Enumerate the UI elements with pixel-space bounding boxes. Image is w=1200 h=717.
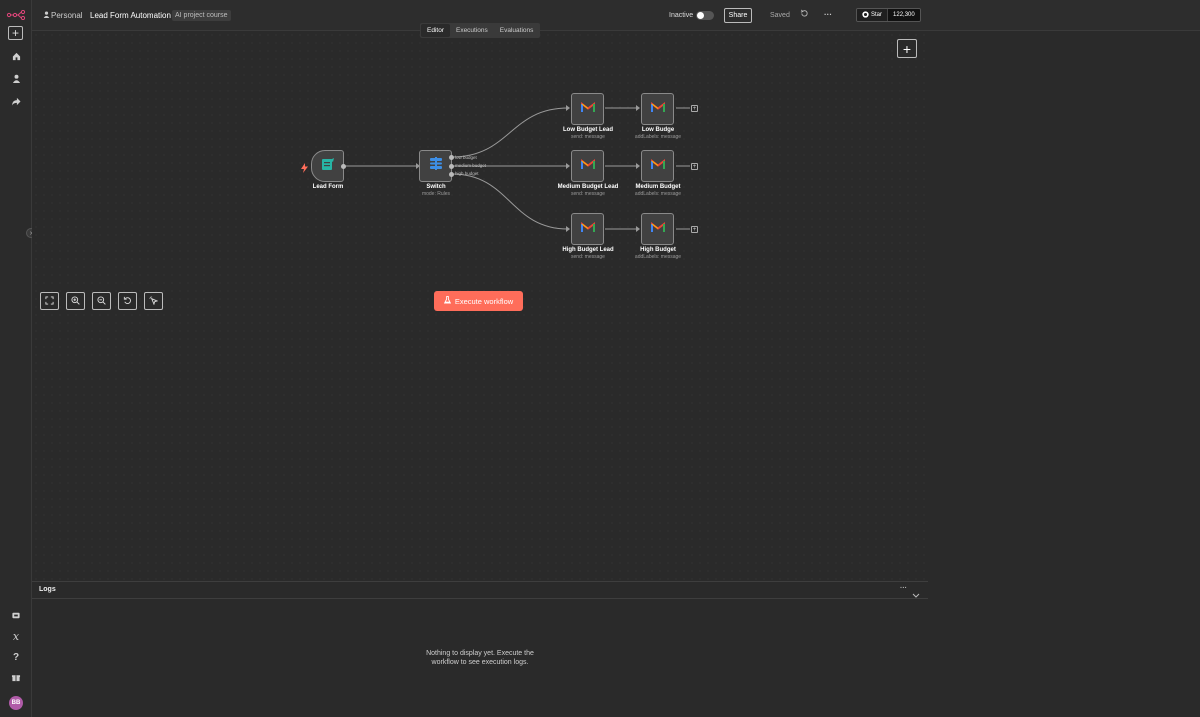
reset-zoom-button[interactable] [118, 292, 137, 310]
github-star-button[interactable]: Star [857, 9, 888, 21]
history-icon[interactable] [800, 9, 809, 20]
node-sub-high-budget: addLabels: message [634, 254, 682, 260]
github-star-widget[interactable]: Star 122,300 [856, 8, 921, 22]
switch-output-medium[interactable] [449, 164, 454, 169]
branch-label-low: low budget [455, 155, 477, 160]
home-icon[interactable] [6, 47, 26, 65]
star-label: Star [871, 12, 883, 18]
node-low-budget-lead[interactable] [571, 93, 604, 125]
node-sub-medium-budget-lead: send: message [571, 191, 605, 197]
execute-workflow-label: Execute workflow [454, 296, 514, 306]
node-label-low-budget-lead: Low Budget Lead [563, 127, 613, 133]
star-count: 122,300 [887, 9, 920, 21]
node-lead-form[interactable] [311, 150, 344, 182]
branch-label-medium: medium budget [455, 163, 487, 168]
saved-status: Saved [770, 12, 790, 19]
node-label-switch: Switch [426, 184, 446, 190]
breadcrumb-owner[interactable]: Personal [51, 11, 83, 20]
left-sidebar: + 𝑥 ? BB [0, 0, 32, 717]
node-sub-low-budge: addLabels: message [634, 134, 682, 140]
zoom-out-button[interactable] [92, 292, 111, 310]
flask-icon [443, 296, 451, 306]
gmail-icon [650, 157, 665, 175]
user-icon[interactable] [6, 69, 26, 87]
more-options-icon[interactable]: ··· [824, 10, 832, 19]
tidy-up-button[interactable] [144, 292, 163, 310]
add-next-node-low[interactable]: + [691, 105, 698, 112]
view-tabs: Editor Executions Evaluations [420, 23, 541, 38]
cursor-sparkle-icon [149, 292, 159, 310]
branch-label-high: high budget [455, 171, 479, 176]
n8n-logo-icon[interactable] [6, 6, 26, 24]
logs-title: Logs [39, 586, 56, 593]
gmail-icon [580, 100, 595, 118]
node-medium-budget-lead[interactable] [571, 150, 604, 182]
trigger-lightning-icon [301, 160, 308, 178]
node-label-lead-form: Lead Form [312, 184, 344, 190]
fit-view-icon [45, 292, 54, 310]
node-label-medium-budget-lead: Medium Budget Lead [557, 184, 619, 190]
lead-form-output-handle[interactable] [341, 164, 346, 169]
node-sub-medium-budget: addLabels: message [634, 191, 682, 197]
open-nodes-panel-button[interactable]: + [897, 39, 917, 58]
switch-icon [429, 157, 443, 175]
help-icon[interactable]: ? [6, 648, 26, 666]
tab-editor[interactable]: Editor [421, 24, 450, 37]
node-sub-switch: mode: Rules [421, 191, 451, 197]
node-label-low-budge: Low Budge [641, 127, 675, 133]
whats-new-icon[interactable] [6, 668, 26, 686]
add-next-node-high[interactable]: + [691, 226, 698, 233]
node-sub-low-budget-lead: send: message [571, 134, 605, 140]
node-switch[interactable] [419, 150, 452, 182]
undo-icon [123, 292, 132, 310]
form-icon [321, 157, 335, 176]
top-header: Personal Lead Form Automation AI project… [32, 0, 1200, 31]
templates-icon[interactable] [6, 606, 26, 624]
logs-more-icon[interactable]: ··· [900, 585, 907, 592]
node-medium-budget[interactable] [641, 150, 674, 182]
workflow-tag[interactable]: AI project course [172, 10, 231, 21]
logs-empty-message: Nothing to display yet. Execute the work… [426, 650, 534, 666]
node-high-budget-lead[interactable] [571, 213, 604, 245]
logs-header[interactable]: Logs ··· [32, 582, 928, 599]
node-label-high-budget: High Budget [640, 247, 676, 253]
right-empty-area [928, 31, 1200, 717]
switch-output-low[interactable] [449, 155, 454, 160]
zoom-in-button[interactable] [66, 292, 85, 310]
logs-collapse-chevron-icon[interactable] [912, 586, 920, 604]
node-label-high-budget-lead: High Budget Lead [562, 247, 614, 253]
variables-icon[interactable]: 𝑥 [6, 627, 26, 645]
user-avatar[interactable]: BB [9, 696, 23, 710]
node-label-medium-budget: Medium Budget [635, 184, 681, 190]
share-arrow-icon[interactable] [6, 92, 26, 110]
active-toggle[interactable] [696, 11, 714, 20]
switch-output-high[interactable] [449, 172, 454, 177]
gmail-icon [580, 220, 595, 238]
create-plus-button[interactable]: + [8, 26, 23, 40]
active-status-label: Inactive [669, 12, 694, 19]
tab-evaluations[interactable]: Evaluations [494, 24, 540, 37]
node-low-budge[interactable] [641, 93, 674, 125]
zoom-out-icon [97, 292, 106, 310]
tab-executions[interactable]: Executions [450, 24, 494, 37]
gmail-icon [650, 220, 665, 238]
zoom-in-icon [71, 292, 80, 310]
share-button[interactable]: Share [724, 8, 752, 23]
github-icon [862, 10, 869, 20]
node-sub-high-budget-lead: send: message [571, 254, 605, 260]
node-high-budget[interactable] [641, 213, 674, 245]
gmail-icon [580, 157, 595, 175]
workflow-name[interactable]: Lead Form Automation [90, 11, 171, 20]
execute-workflow-button[interactable]: Execute workflow [434, 291, 523, 311]
fit-view-button[interactable] [40, 292, 59, 310]
owner-person-icon [43, 11, 50, 20]
gmail-icon [650, 100, 665, 118]
logs-panel: Logs ··· Nothing to display yet. Execute… [32, 581, 928, 717]
add-next-node-medium[interactable]: + [691, 163, 698, 170]
